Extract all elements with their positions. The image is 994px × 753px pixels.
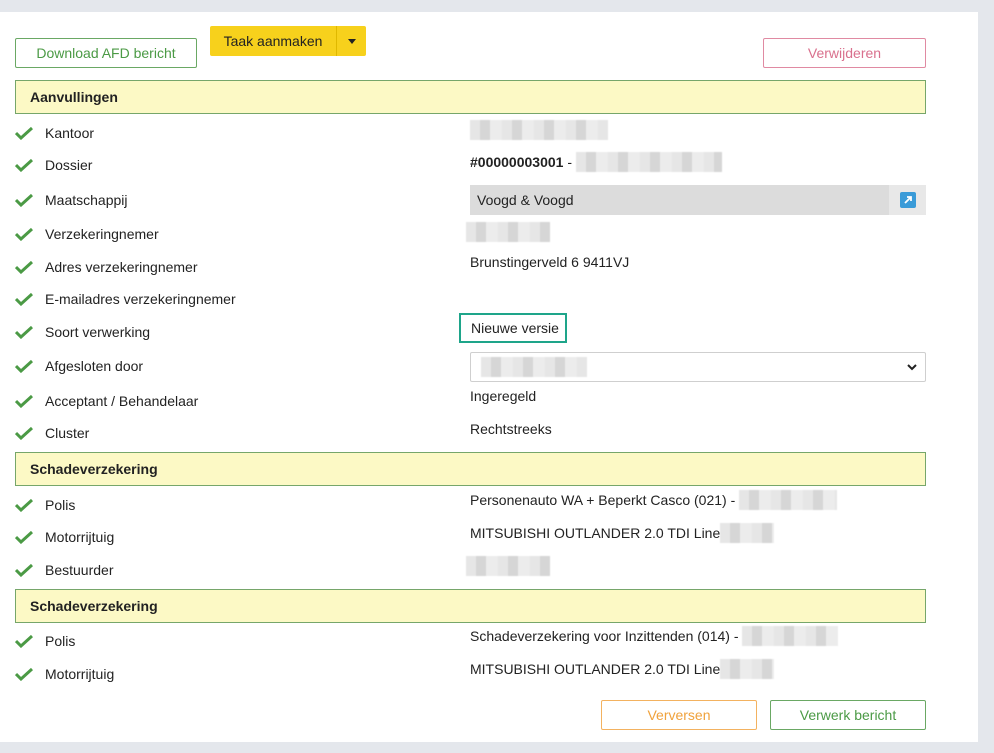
check-icon bbox=[15, 359, 33, 373]
row-cluster: Cluster bbox=[15, 423, 89, 443]
download-afd-button[interactable]: Download AFD bericht bbox=[15, 38, 197, 68]
row-label-email: E-mailadres verzekeringnemer bbox=[45, 291, 236, 307]
motorrijtuig-2-text: MITSUBISHI OUTLANDER 2.0 TDI Line bbox=[470, 661, 721, 677]
row-label-adres: Adres verzekeringnemer bbox=[45, 259, 198, 275]
row-dossier: Dossier bbox=[15, 155, 92, 175]
row-label-soort: Soort verwerking bbox=[45, 324, 151, 340]
process-message-button[interactable]: Verwerk bericht bbox=[770, 700, 926, 730]
bestuurder-value bbox=[466, 556, 550, 576]
polis-2-value: Schadeverzekering voor Inzittenden (014)… bbox=[470, 626, 839, 646]
redacted-block bbox=[466, 222, 550, 242]
check-icon bbox=[15, 394, 33, 408]
row-kantoor: Kantoor bbox=[15, 123, 94, 143]
soort-verwerking-field[interactable]: Nieuwe versie bbox=[459, 313, 567, 343]
row-label-verzekeringnemer: Verzekeringnemer bbox=[45, 226, 159, 242]
row-maatschappij: Maatschappij bbox=[15, 190, 128, 210]
redacted-block bbox=[739, 490, 838, 510]
dossier-number: #00000003001 bbox=[470, 154, 564, 170]
row-label-dossier: Dossier bbox=[45, 157, 93, 173]
motorrijtuig-1-text: MITSUBISHI OUTLANDER 2.0 TDI Line bbox=[470, 525, 721, 541]
check-icon bbox=[15, 530, 33, 544]
verzekeringnemer-value bbox=[466, 222, 550, 242]
dossier-value: #00000003001 - bbox=[470, 152, 722, 172]
check-icon bbox=[15, 563, 33, 577]
row-adres: Adres verzekeringnemer bbox=[15, 257, 198, 277]
redacted-block bbox=[481, 357, 587, 377]
row-polis-2: Polis bbox=[15, 631, 75, 651]
cluster-value: Rechtstreeks bbox=[470, 421, 552, 437]
section-schadeverzekering-2: Schadeverzekering bbox=[15, 589, 926, 623]
row-label-polis: Polis bbox=[45, 497, 76, 513]
check-icon bbox=[15, 667, 33, 681]
task-create-button[interactable]: Taak aanmaken bbox=[210, 26, 337, 56]
check-icon bbox=[15, 193, 33, 207]
soort-verwerking-value: Nieuwe versie bbox=[471, 320, 559, 336]
polis-2-text: Schadeverzekering voor Inzittenden (014)… bbox=[470, 628, 743, 644]
row-label-maatschappij: Maatschappij bbox=[45, 192, 128, 208]
caret-down-icon bbox=[347, 38, 356, 44]
adres-value: Brunstingerveld 6 9411VJ bbox=[470, 254, 630, 270]
row-label-motorrijtuig: Motorrijtuig bbox=[45, 529, 115, 545]
maatschappij-field: Voogd & Voogd bbox=[470, 185, 926, 215]
redacted-block bbox=[575, 152, 722, 172]
external-link-icon bbox=[899, 192, 916, 208]
check-icon bbox=[15, 634, 33, 648]
redacted-block bbox=[466, 556, 550, 576]
task-split-button[interactable]: Taak aanmaken bbox=[210, 26, 366, 56]
row-bestuurder: Bestuurder bbox=[15, 560, 113, 580]
maatschappij-value: Voogd & Voogd bbox=[477, 192, 574, 208]
row-label-motorrijtuig: Motorrijtuig bbox=[45, 666, 115, 682]
check-icon bbox=[15, 158, 33, 172]
row-label-bestuurder: Bestuurder bbox=[45, 562, 114, 578]
check-icon bbox=[15, 126, 33, 140]
redacted-block bbox=[720, 523, 775, 543]
check-icon bbox=[15, 260, 33, 274]
delete-button[interactable]: Verwijderen bbox=[763, 38, 926, 68]
refresh-button[interactable]: Verversen bbox=[601, 700, 757, 730]
check-icon bbox=[15, 325, 33, 339]
acceptant-value: Ingeregeld bbox=[470, 388, 537, 404]
row-soort: Soort verwerking bbox=[15, 322, 150, 342]
row-email: E-mailadres verzekeringnemer bbox=[15, 289, 236, 309]
row-motorrijtuig-1: Motorrijtuig bbox=[15, 527, 114, 547]
redacted-block bbox=[742, 626, 839, 646]
motorrijtuig-2-value: MITSUBISHI OUTLANDER 2.0 TDI Line bbox=[470, 659, 775, 679]
task-dropdown-toggle[interactable] bbox=[337, 26, 366, 56]
check-icon bbox=[15, 292, 33, 306]
row-label-polis: Polis bbox=[45, 633, 76, 649]
redacted-block bbox=[720, 659, 775, 679]
afgesloten-door-select[interactable] bbox=[470, 352, 926, 382]
check-icon bbox=[15, 227, 33, 241]
row-afgesloten: Afgesloten door bbox=[15, 356, 143, 376]
section-schadeverzekering-1: Schadeverzekering bbox=[15, 452, 926, 486]
motorrijtuig-1-value: MITSUBISHI OUTLANDER 2.0 TDI Line bbox=[470, 523, 775, 543]
row-label-cluster: Cluster bbox=[45, 425, 90, 441]
row-label-acceptant: Acceptant / Behandelaar bbox=[45, 393, 199, 409]
polis-1-value: Personenauto WA + Beperkt Casco (021) - bbox=[470, 490, 838, 510]
polis-1-text: Personenauto WA + Beperkt Casco (021) - bbox=[470, 492, 740, 508]
row-verzekeringnemer: Verzekeringnemer bbox=[15, 224, 159, 244]
redacted-block bbox=[470, 120, 608, 140]
chevron-down-icon bbox=[907, 364, 917, 371]
dossier-separator: - bbox=[563, 154, 576, 170]
check-icon bbox=[15, 498, 33, 512]
open-maatschappij-button[interactable] bbox=[889, 185, 926, 215]
section-aanvullingen: Aanvullingen bbox=[15, 80, 926, 114]
row-label-afgesloten: Afgesloten door bbox=[45, 358, 144, 374]
check-icon bbox=[15, 426, 33, 440]
kantoor-value bbox=[470, 120, 608, 140]
row-acceptant: Acceptant / Behandelaar bbox=[15, 391, 198, 411]
row-motorrijtuig-2: Motorrijtuig bbox=[15, 664, 114, 684]
row-label-kantoor: Kantoor bbox=[45, 125, 95, 141]
row-polis-1: Polis bbox=[15, 495, 75, 515]
